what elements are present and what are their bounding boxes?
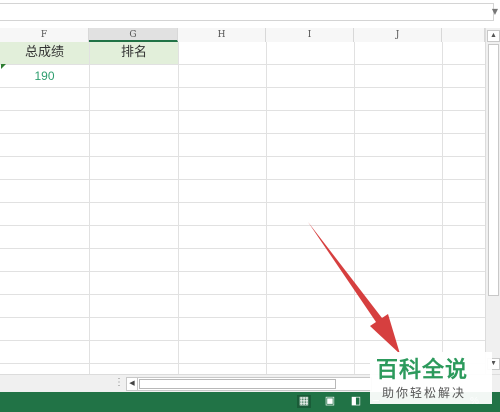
cell-g1-rank[interactable]: 排名 <box>90 42 178 64</box>
column-header-f[interactable]: F <box>0 28 89 42</box>
horizontal-scrollbar[interactable]: ◀ <box>126 377 372 391</box>
column-header-i[interactable]: I <box>266 28 354 42</box>
scroll-left-icon[interactable]: ◀ <box>127 378 138 390</box>
horizontal-scroll-thumb[interactable] <box>139 379 336 389</box>
formula-input[interactable] <box>0 3 494 21</box>
vertical-scroll-thumb[interactable] <box>488 44 499 296</box>
split-handle-icon[interactable]: ⋮ <box>114 377 124 388</box>
annotation-arrow <box>308 222 400 354</box>
formula-bar: ▼ <box>0 0 500 22</box>
scroll-up-icon[interactable]: ▲ <box>487 30 500 42</box>
column-header-g[interactable]: G <box>89 28 178 42</box>
cell-f2-value[interactable]: 190 <box>0 65 89 88</box>
cell-f1-total-score[interactable]: 总成绩 <box>0 42 89 64</box>
error-indicator-icon <box>1 64 6 69</box>
column-header-k[interactable] <box>442 28 485 42</box>
watermark: 百科全说 助你轻松解决 <box>370 352 492 404</box>
column-header-h[interactable]: H <box>178 28 266 42</box>
watermark-title: 百科全说 <box>376 358 469 383</box>
watermark-subtitle: 助你轻松解决 <box>382 386 467 400</box>
column-header-row: F G H I J <box>0 28 485 43</box>
normal-view-icon[interactable]: ▦ <box>297 395 311 408</box>
page-break-view-icon[interactable]: ◧ <box>349 395 363 408</box>
page-layout-view-icon[interactable]: ▣ <box>323 395 337 408</box>
column-header-j[interactable]: J <box>354 28 442 42</box>
vertical-scrollbar[interactable]: ▲ ▼ <box>485 28 500 374</box>
dropdown-arrow-icon[interactable]: ▼ <box>492 7 498 16</box>
spreadsheet-grid[interactable]: 总成绩 排名 190 <box>0 42 485 374</box>
